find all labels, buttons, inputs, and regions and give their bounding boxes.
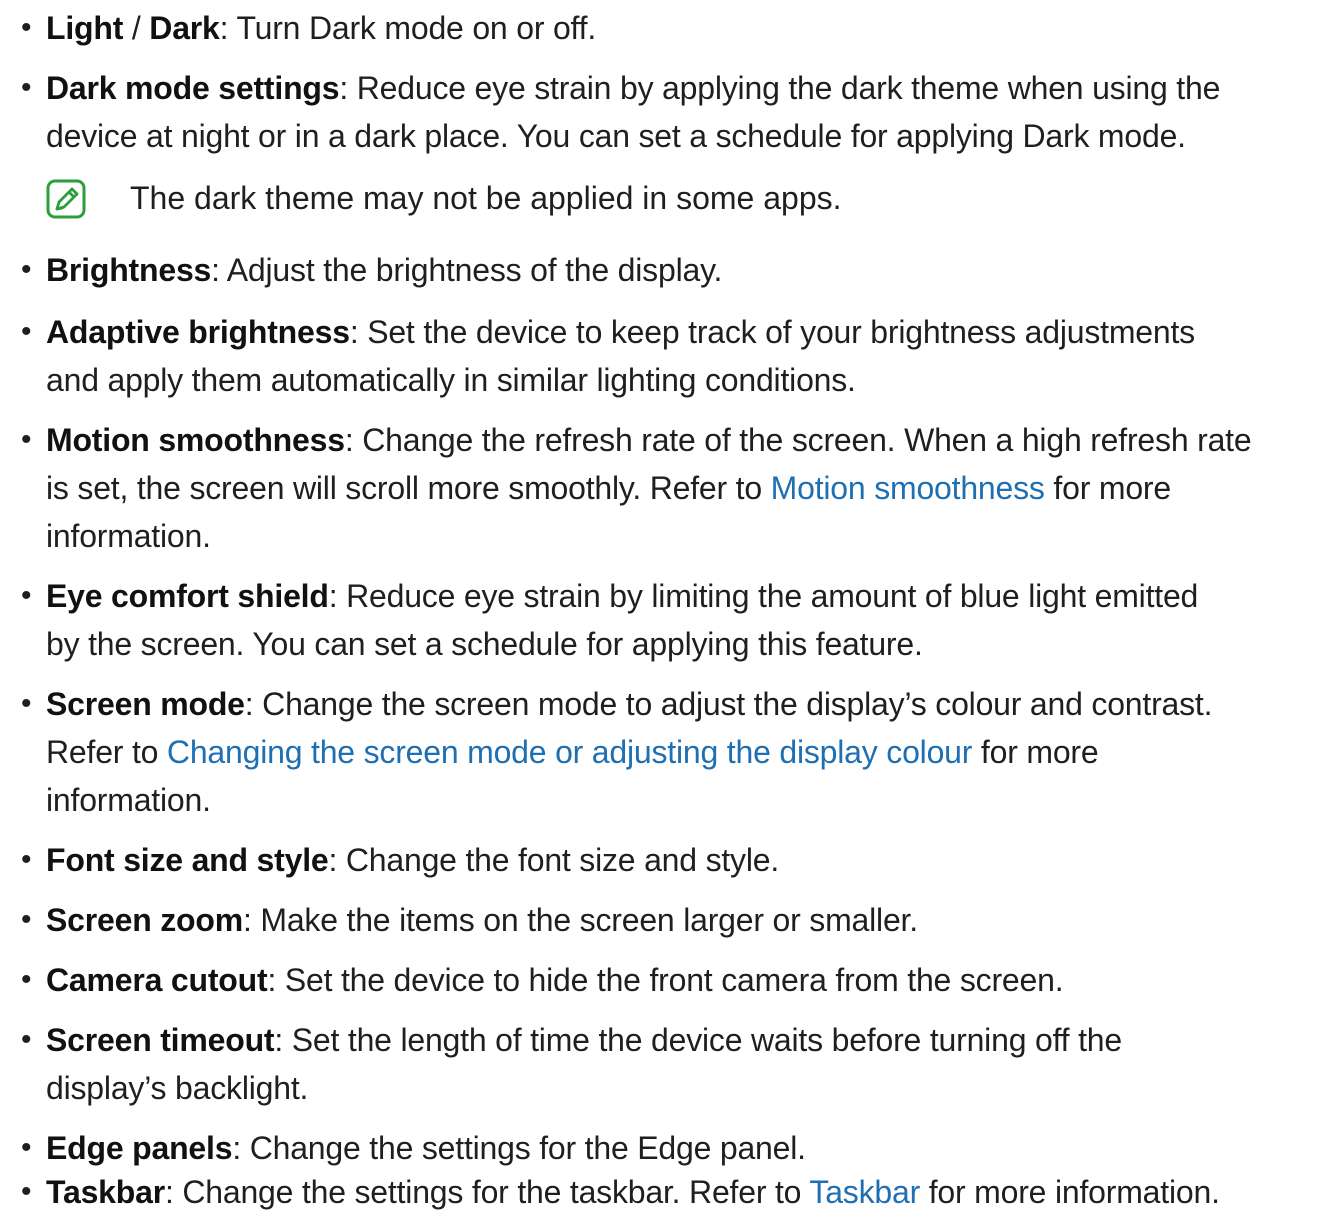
link-changing-screen-mode[interactable]: Changing the screen mode or adjusting th…	[167, 734, 973, 770]
note-dark-theme: The dark theme may not be applied in som…	[46, 174, 1336, 222]
term-separator: /	[123, 10, 150, 46]
term-light: Light	[46, 10, 124, 46]
term-font-size-style: Font size and style	[46, 842, 329, 878]
term-motion-smoothness: Motion smoothness	[46, 422, 345, 458]
item-description-cont: information.	[46, 782, 211, 818]
term-brightness: Brightness	[46, 252, 212, 288]
item-description-cont: is set, the screen will scroll more smoo…	[46, 470, 771, 506]
item-description: : Adjust the brightness of the display.	[211, 252, 723, 288]
term-taskbar: Taskbar	[46, 1174, 165, 1210]
term-screen-timeout: Screen timeout	[46, 1022, 275, 1058]
item-description-cont: display’s backlight.	[46, 1070, 309, 1106]
item-description: : Change the font size and style.	[328, 842, 780, 878]
bullet: •	[21, 315, 32, 348]
term-dark-mode-settings: Dark mode settings	[46, 70, 340, 106]
link-taskbar[interactable]: Taskbar	[809, 1174, 920, 1210]
item-description: : Change the refresh rate of the screen.…	[344, 422, 1252, 458]
bullet: •	[21, 71, 32, 104]
item-description: : Turn Dark mode on or off.	[219, 10, 597, 46]
bullet: •	[21, 423, 32, 456]
bullet: •	[21, 579, 32, 612]
term-dark: Dark	[149, 10, 220, 46]
item-description-cont: information.	[46, 518, 211, 554]
item-description: : Reduce eye strain by limiting the amou…	[328, 578, 1199, 614]
item-description: : Reduce eye strain by applying the dark…	[339, 70, 1221, 106]
term-adaptive-brightness: Adaptive brightness	[46, 314, 350, 350]
term-eye-comfort-shield: Eye comfort shield	[46, 578, 329, 614]
item-description-cont: and apply them automatically in similar …	[46, 362, 856, 398]
note-text: The dark theme may not be applied in som…	[130, 180, 842, 216]
term-edge-panels: Edge panels	[46, 1130, 233, 1166]
bullet: •	[21, 1175, 32, 1208]
bullet: •	[21, 687, 32, 720]
bullet: •	[21, 11, 32, 44]
item-description: : Set the device to hide the front camer…	[267, 962, 1064, 998]
term-camera-cutout: Camera cutout	[46, 962, 268, 998]
item-description-after-link: for more information.	[920, 1174, 1220, 1210]
item-description: : Change the settings for the Edge panel…	[232, 1130, 806, 1166]
item-description: : Change the screen mode to adjust the d…	[244, 686, 1213, 722]
bullet: •	[21, 253, 32, 286]
item-description: : Make the items on the screen larger or…	[242, 902, 918, 938]
item-description-after-link: for more	[1044, 470, 1171, 506]
item-description-after-link: for more	[972, 734, 1099, 770]
bullet: •	[21, 843, 32, 876]
item-description: : Set the length of time the device wait…	[274, 1022, 1122, 1058]
item-description-cont: by the screen. You can set a schedule fo…	[46, 626, 923, 662]
term-screen-zoom: Screen zoom	[46, 902, 243, 938]
bullet: •	[21, 1131, 32, 1164]
item-description: : Set the device to keep track of your b…	[349, 314, 1195, 350]
item-description: : Change the settings for the taskbar. R…	[164, 1174, 810, 1210]
term-screen-mode: Screen mode	[46, 686, 245, 722]
item-description-cont: Refer to	[46, 734, 167, 770]
bullet: •	[21, 903, 32, 936]
note-pencil-icon	[46, 179, 86, 219]
link-motion-smoothness[interactable]: Motion smoothness	[771, 470, 1045, 506]
bullet: •	[21, 963, 32, 996]
item-description-cont: device at night or in a dark place. You …	[46, 118, 1186, 154]
bullet: •	[21, 1023, 32, 1056]
